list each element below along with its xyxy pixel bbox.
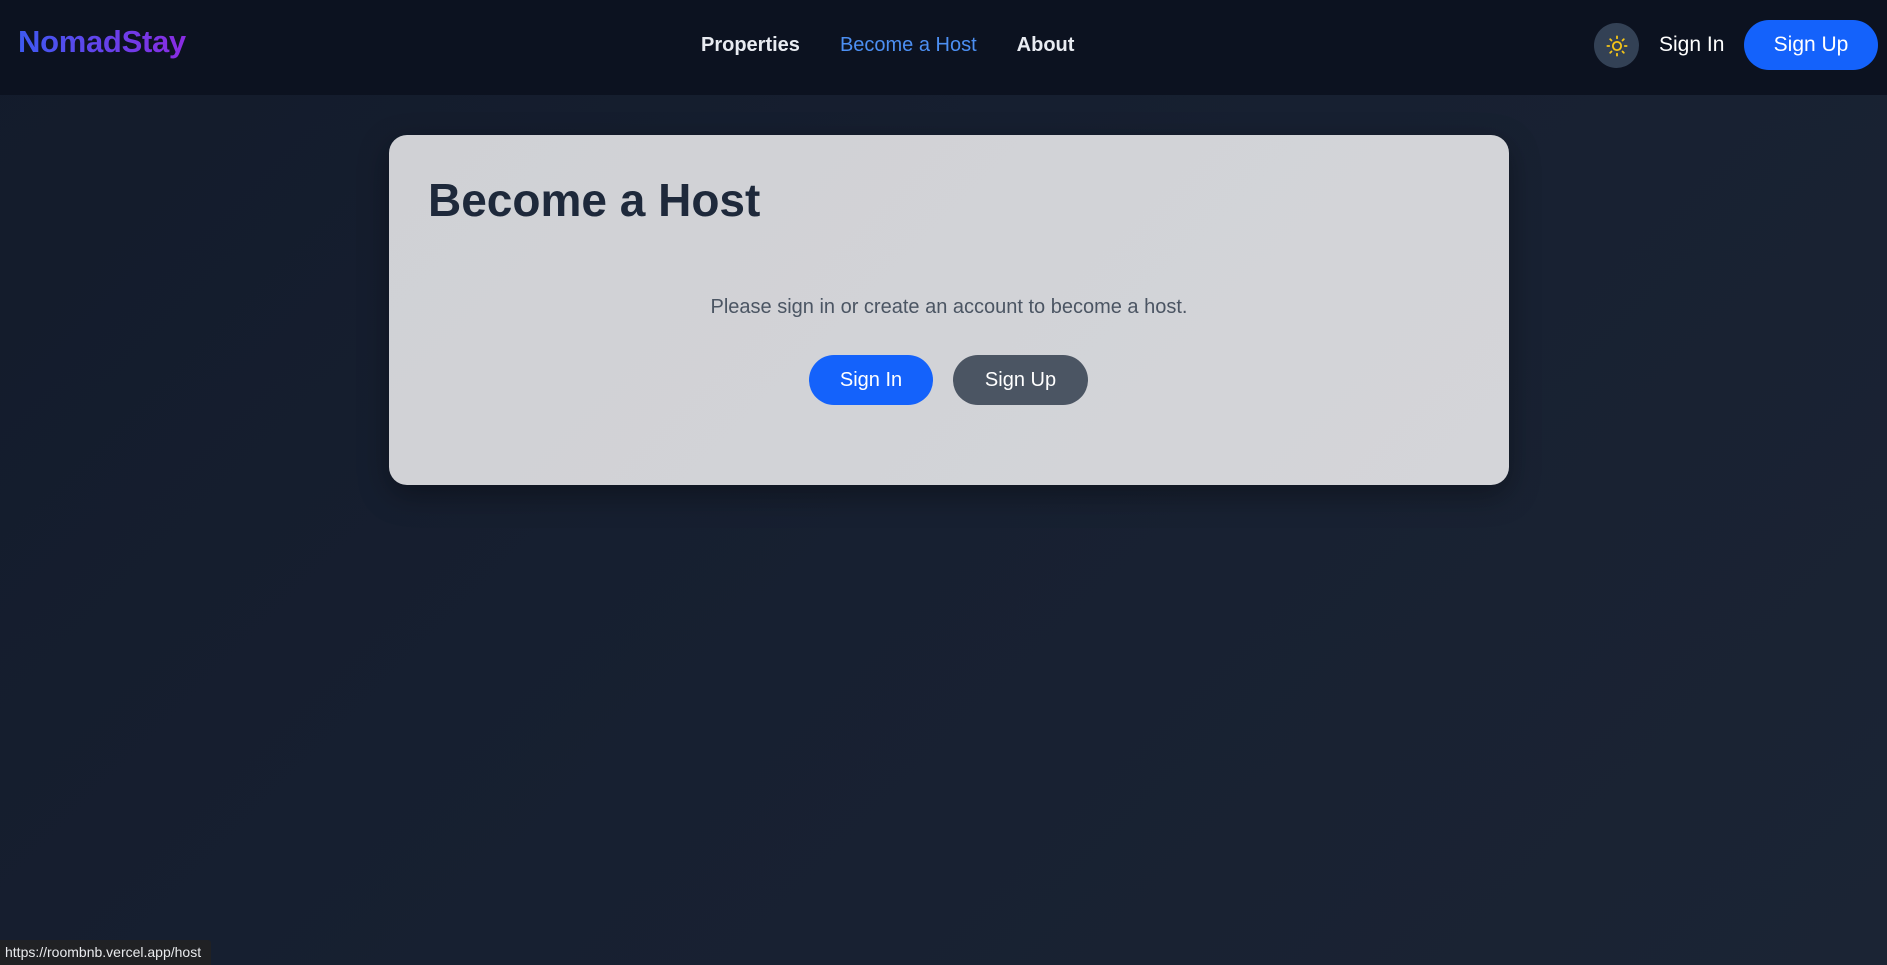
nav-link-about[interactable]: About: [1017, 34, 1075, 57]
logo[interactable]: NomadStay: [18, 24, 186, 60]
nav-link-become-a-host[interactable]: Become a Host: [840, 34, 977, 57]
navbar: NomadStay Properties Become a Host About…: [0, 0, 1887, 95]
sign-up-button[interactable]: Sign Up: [953, 355, 1088, 405]
auth-buttons: Sign In Sign Up: [809, 355, 1088, 405]
page-title: Become a Host: [428, 174, 761, 226]
sign-in-prompt: Please sign in or create an account to b…: [710, 296, 1188, 318]
main-nav: Properties Become a Host About: [701, 0, 1074, 90]
sun-icon: [1605, 34, 1628, 57]
theme-toggle-button[interactable]: [1594, 23, 1639, 68]
nav-link-properties[interactable]: Properties: [701, 34, 800, 57]
become-host-card: Become a Host Please sign in or create a…: [389, 135, 1509, 485]
sign-in-button[interactable]: Sign In: [809, 355, 933, 405]
status-bar-url: https://roombnb.vercel.app/host: [0, 940, 212, 965]
nav-sign-in-button[interactable]: Sign In: [1659, 33, 1724, 57]
nav-sign-up-button[interactable]: Sign Up: [1744, 20, 1878, 70]
